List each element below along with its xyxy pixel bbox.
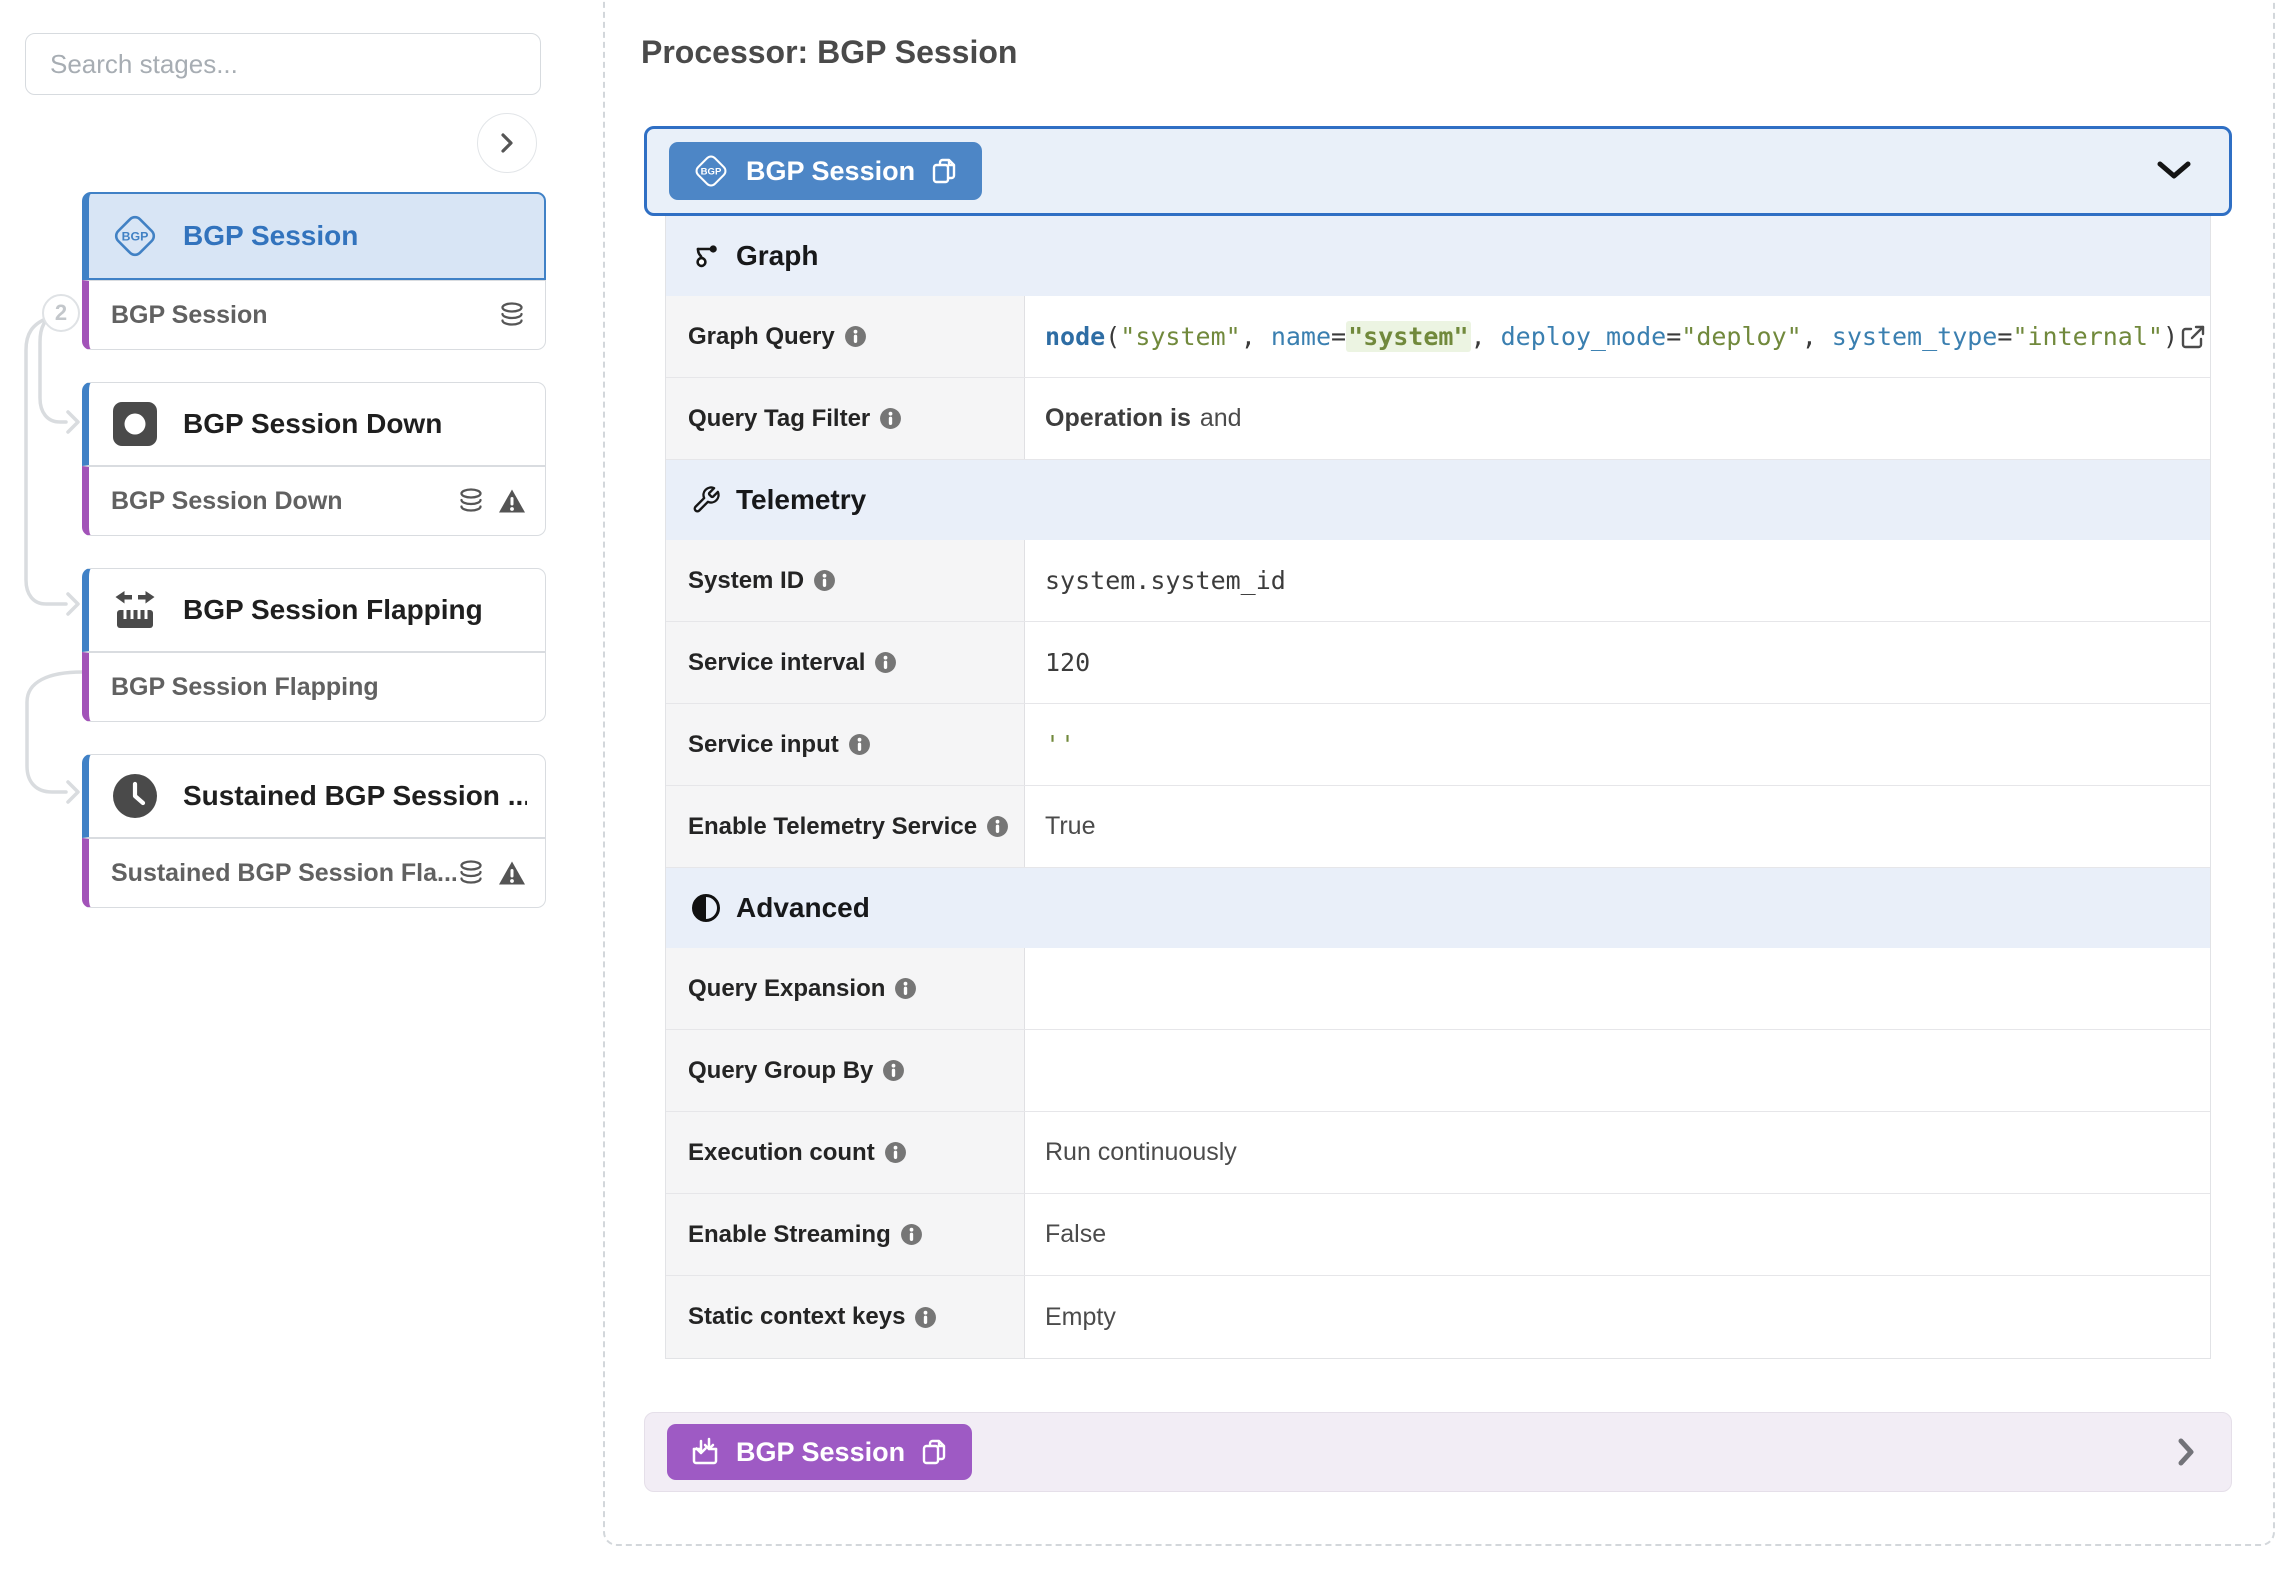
row-enable-telemetry-service: Enable Telemetry Service True	[666, 786, 2210, 868]
row-service-input: Service input ''	[666, 704, 2210, 786]
clock-icon	[109, 772, 161, 820]
info-icon[interactable]	[844, 325, 867, 348]
stage-title: BGP Session Down	[183, 408, 442, 440]
stage-output-label: Sustained BGP Session Fla...	[111, 859, 456, 888]
connector-count-badge: 2	[42, 294, 80, 332]
graph-query-code: node("system", name="system", deploy_mod…	[1045, 322, 2178, 351]
property-value: Run continuously	[1045, 1138, 1237, 1167]
row-query-tag-filter: Query Tag Filter Operation is and	[666, 378, 2210, 460]
sidebar-stage-bgp-session-flapping[interactable]: BGP Session Flapping	[82, 568, 546, 652]
section-title: Telemetry	[736, 484, 866, 516]
stage-title: BGP Session	[183, 220, 358, 252]
copy-icon[interactable]	[920, 1437, 950, 1467]
info-icon[interactable]	[894, 977, 917, 1000]
property-label: Graph Query	[688, 323, 835, 351]
processor-header[interactable]: BGP BGP Session	[644, 126, 2232, 216]
processor-chip-label: BGP Session	[746, 156, 915, 187]
warning-icon	[497, 858, 527, 888]
property-label: Static context keys	[688, 1303, 905, 1331]
svg-text:BGP: BGP	[122, 230, 149, 244]
info-icon[interactable]	[882, 1059, 905, 1082]
property-value: Empty	[1045, 1303, 1116, 1332]
page-title: Processor: BGP Session	[641, 34, 1017, 71]
row-service-interval: Service interval 120	[666, 622, 2210, 704]
sidebar-stage-bgp-session[interactable]: BGP BGP Session	[82, 192, 546, 280]
chevron-down-icon[interactable]	[2157, 161, 2191, 181]
graph-icon	[691, 241, 721, 271]
property-label: Service interval	[688, 649, 865, 677]
property-label: Enable Telemetry Service	[688, 813, 977, 841]
sidebar-stage-output-sustained-bgp-session[interactable]: Sustained BGP Session Fla...	[82, 838, 546, 908]
section-header-graph: Graph	[666, 216, 2210, 296]
property-label: Query Expansion	[688, 975, 885, 1003]
copy-icon[interactable]	[930, 156, 960, 186]
sidebar-stage-bgp-session-down[interactable]: BGP Session Down	[82, 382, 546, 466]
probe-processor-screen: 2 BGP BGP Session BGP Session	[0, 0, 2294, 1572]
database-icon	[456, 858, 486, 888]
stage-title: BGP Session Flapping	[183, 594, 483, 626]
database-icon	[497, 300, 527, 330]
contrast-icon	[691, 893, 721, 923]
property-value-operation: Operation is	[1045, 404, 1191, 433]
property-label: Query Group By	[688, 1057, 873, 1085]
output-chip-label: BGP Session	[736, 1437, 905, 1468]
info-icon[interactable]	[874, 651, 897, 674]
bgp-diamond-icon: BGP	[691, 151, 731, 191]
warning-icon	[497, 486, 527, 516]
stage-title: Sustained BGP Session ...	[183, 780, 527, 812]
property-label: Query Tag Filter	[688, 405, 870, 433]
range-flapping-icon	[109, 586, 161, 634]
external-link-icon[interactable]	[2178, 322, 2208, 352]
property-value: 120	[1045, 648, 1090, 677]
output-stage-chip[interactable]: BGP Session	[667, 1424, 972, 1480]
row-system-id: System ID system.system_id	[666, 540, 2210, 622]
info-icon[interactable]	[884, 1141, 907, 1164]
stage-output-label: BGP Session Down	[111, 487, 456, 516]
processor-properties: Graph Graph Query node("system", name="s…	[665, 216, 2211, 1359]
output-stage-row[interactable]: BGP Session	[644, 1412, 2232, 1492]
row-query-group-by: Query Group By	[666, 1030, 2210, 1112]
svg-text:BGP: BGP	[701, 167, 722, 178]
sidebar-stage-sustained-bgp-session[interactable]: Sustained BGP Session ...	[82, 754, 546, 838]
section-title: Graph	[736, 240, 818, 272]
stage-output-label: BGP Session	[111, 301, 497, 330]
property-value: False	[1045, 1220, 1106, 1249]
section-header-advanced: Advanced	[666, 868, 2210, 948]
property-label: Enable Streaming	[688, 1221, 891, 1249]
row-graph-query: Graph Query node("system", name="system"…	[666, 296, 2210, 378]
info-icon[interactable]	[986, 815, 1009, 838]
row-query-expansion: Query Expansion	[666, 948, 2210, 1030]
info-icon[interactable]	[813, 569, 836, 592]
wrench-icon	[691, 485, 721, 515]
section-title: Advanced	[736, 892, 870, 924]
info-icon[interactable]	[900, 1223, 923, 1246]
row-execution-count: Execution count Run continuously	[666, 1112, 2210, 1194]
property-value: system.system_id	[1045, 566, 1286, 595]
property-label: Service input	[688, 731, 839, 759]
property-value: ''	[1045, 730, 1075, 759]
info-icon[interactable]	[914, 1306, 937, 1329]
bgp-diamond-icon: BGP	[109, 210, 161, 262]
info-icon[interactable]	[848, 733, 871, 756]
row-enable-streaming: Enable Streaming False	[666, 1194, 2210, 1276]
property-label: System ID	[688, 567, 804, 595]
sidebar-stage-output-bgp-session-down[interactable]: BGP Session Down	[82, 466, 546, 536]
info-icon[interactable]	[879, 407, 902, 430]
property-value: True	[1045, 812, 1095, 841]
anomaly-circle-icon	[109, 400, 161, 448]
stage-output-icon	[689, 1436, 721, 1468]
sidebar-stage-output-bgp-session-flapping[interactable]: BGP Session Flapping	[82, 652, 546, 722]
property-value: and	[1200, 404, 1242, 433]
property-label: Execution count	[688, 1139, 875, 1167]
database-icon	[456, 486, 486, 516]
section-header-telemetry: Telemetry	[666, 460, 2210, 540]
chevron-right-icon[interactable]	[2177, 1437, 2195, 1467]
processor-chip[interactable]: BGP BGP Session	[669, 142, 982, 200]
sidebar-stage-output-bgp-session[interactable]: BGP Session	[82, 280, 546, 350]
row-static-context-keys: Static context keys Empty	[666, 1276, 2210, 1358]
stage-output-label: BGP Session Flapping	[111, 673, 527, 702]
